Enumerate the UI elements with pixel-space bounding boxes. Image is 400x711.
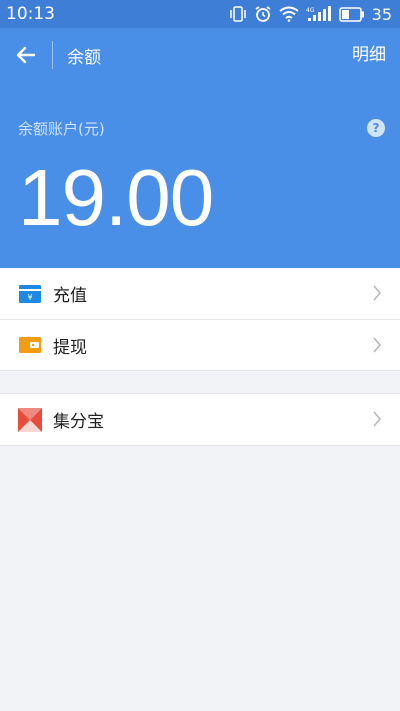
appbar-divider [52, 41, 53, 69]
balance-amount: 19.00 [18, 153, 214, 242]
menu-item-label: 提现 [53, 337, 87, 358]
details-link[interactable]: 明细 [352, 28, 386, 82]
status-icons: 4G 35 [229, 5, 392, 24]
chevron-right-icon [373, 285, 382, 301]
menu-item-label: 充值 [53, 286, 87, 306]
svg-text:4G: 4G [306, 7, 315, 14]
section-spacer [0, 370, 400, 394]
page-title: 余额 [67, 47, 101, 68]
balance-header: 余额 明细 余额账户(元) ? 19.00 [0, 28, 400, 268]
svg-text:¥: ¥ [27, 293, 32, 302]
vibrate-icon [229, 6, 246, 22]
menu-item-jifenbao[interactable]: 集分宝 [0, 394, 400, 445]
battery-icon [338, 6, 364, 22]
account-label: 余额账户(元) [18, 120, 105, 138]
withdraw-icon [18, 333, 42, 357]
signal-icon: 4G [306, 6, 331, 21]
alarm-icon [255, 6, 271, 22]
status-time: 10:13 [6, 4, 55, 24]
arrow-left-icon [16, 46, 36, 64]
jifenbao-icon [18, 407, 42, 432]
battery-level: 35 [371, 4, 392, 24]
status-bar: 10:13 4G 35 [0, 0, 400, 28]
wifi-icon [279, 6, 299, 22]
menu-group-primary: ¥ 充值 提现 [0, 268, 400, 370]
help-icon[interactable]: ? [367, 119, 385, 137]
menu-item-recharge[interactable]: ¥ 充值 [0, 268, 400, 319]
chevron-right-icon [373, 337, 382, 353]
empty-area [0, 445, 400, 711]
app-bar: 余额 明细 [0, 28, 400, 82]
menu-item-withdraw[interactable]: 提现 [0, 319, 400, 370]
recharge-icon: ¥ [18, 282, 42, 306]
menu-group-secondary: 集分宝 [0, 394, 400, 445]
chevron-right-icon [373, 411, 382, 427]
back-button[interactable] [0, 28, 52, 82]
menu-item-label: 集分宝 [53, 412, 104, 432]
